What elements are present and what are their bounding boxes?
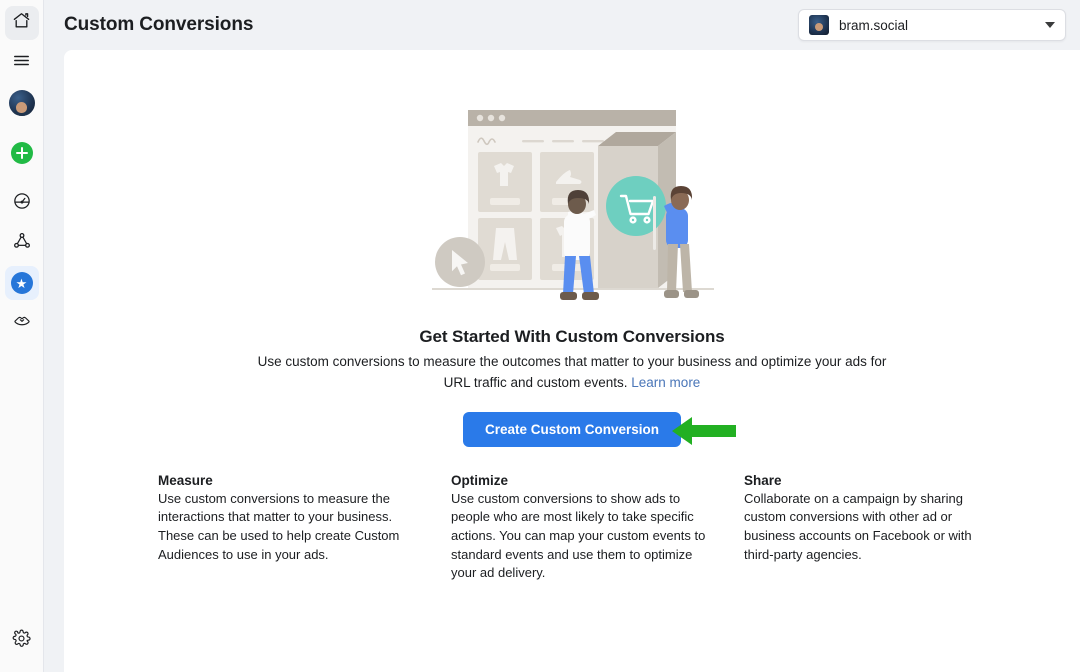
- network-nodes-icon: [12, 231, 32, 256]
- left-nav-rail: ★: [0, 0, 44, 672]
- hamburger-menu-icon: [12, 51, 31, 75]
- sidebar-item-connections[interactable]: [5, 226, 39, 260]
- star-circle-icon: ★: [10, 272, 33, 294]
- feature-body: Use custom conversions to measure the in…: [158, 490, 400, 562]
- page-description: Use custom conversions to measure the ou…: [257, 352, 887, 394]
- plus-circle-icon: [10, 142, 33, 164]
- chevron-down-icon[interactable]: [1045, 22, 1055, 28]
- sidebar-item-create[interactable]: [5, 136, 39, 170]
- handshake-icon: [12, 311, 32, 336]
- sidebar-item-custom-conversions[interactable]: ★: [4, 266, 39, 300]
- account-name: bram.social: [839, 17, 909, 33]
- empty-state-hero: Get Started With Custom Conversions Use …: [64, 50, 1080, 447]
- page-title: Custom Conversions: [64, 14, 254, 35]
- feature-title: Share: [744, 472, 782, 488]
- sidebar-item-home[interactable]: [4, 6, 39, 40]
- feature-columns: Measure Use custom conversions to measur…: [64, 447, 1080, 583]
- feature-column-share: Share Collaborate on a campaign by shari…: [744, 473, 999, 583]
- cta-row: Create Custom Conversion: [64, 411, 1080, 448]
- sidebar-item-settings[interactable]: [5, 624, 39, 658]
- create-custom-conversion-button[interactable]: Create Custom Conversion: [462, 411, 682, 447]
- home-icon: [12, 11, 31, 35]
- sidebar-item-performance[interactable]: [5, 186, 39, 220]
- storefront-shopping-illustration: [422, 104, 722, 309]
- gauge-icon: [12, 191, 32, 216]
- learn-more-link[interactable]: Learn more: [631, 375, 700, 390]
- sidebar-item-partnerships[interactable]: [5, 306, 39, 340]
- green-left-arrow-annotation: [670, 414, 738, 448]
- gear-icon: [12, 629, 31, 653]
- user-avatar-icon: [8, 90, 35, 116]
- feature-column-optimize: Optimize Use custom conversions to show …: [451, 473, 706, 583]
- app-root: ★ Custom Conversions bram.social Get Sta…: [0, 0, 1080, 672]
- page-heading: Get Started With Custom Conversions: [419, 327, 725, 346]
- feature-body: Collaborate on a campaign by sharing cus…: [744, 490, 972, 562]
- content-card: Get Started With Custom Conversions Use …: [64, 50, 1080, 672]
- account-selector[interactable]: bram.social: [798, 9, 1066, 41]
- main-area: Custom Conversions bram.social Get Start…: [44, 0, 1080, 672]
- top-bar: Custom Conversions bram.social: [44, 0, 1080, 50]
- sidebar-item-menu[interactable]: [5, 46, 39, 80]
- description-text: Use custom conversions to measure the ou…: [257, 354, 887, 390]
- illustration-wrap: [64, 104, 1080, 309]
- feature-body: Use custom conversions to show ads to pe…: [451, 490, 706, 581]
- feature-column-measure: Measure Use custom conversions to measur…: [158, 473, 413, 583]
- account-avatar: [809, 15, 829, 35]
- feature-title: Optimize: [451, 472, 509, 488]
- feature-title: Measure: [158, 472, 213, 488]
- sidebar-item-profile[interactable]: [5, 86, 39, 120]
